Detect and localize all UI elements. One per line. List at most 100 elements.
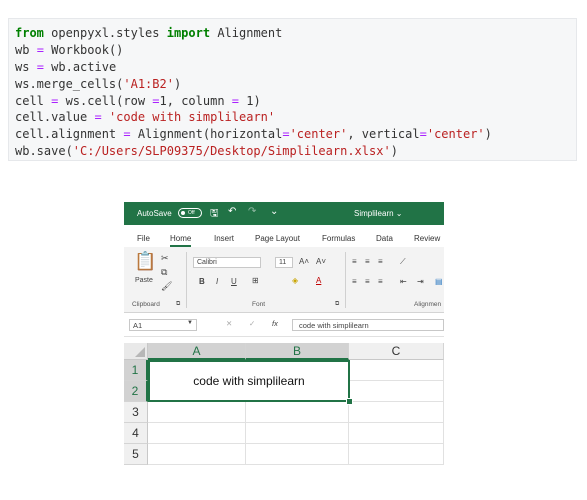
cell-c2[interactable] (349, 381, 444, 402)
code-token: 'center' (289, 127, 348, 142)
cell-c3[interactable] (349, 402, 444, 423)
code-token: = (36, 59, 44, 74)
formula-input[interactable]: code with simplilearn (292, 319, 444, 331)
undo-icon[interactable]: ↶ (228, 206, 236, 217)
cut-icon[interactable]: ✂ (161, 253, 169, 264)
code-token: Workbook() (43, 42, 124, 57)
group-label-clipboard: Clipboard (132, 301, 160, 308)
cell-b4[interactable] (246, 423, 349, 444)
cell-b3[interactable] (246, 402, 349, 423)
code-token: 1, column (159, 93, 232, 108)
select-all-button[interactable] (124, 343, 148, 360)
code-line: ws.merge_cells('A1:B2') (15, 76, 576, 93)
tab-insert[interactable]: Insert (214, 234, 234, 243)
tab-page-layout[interactable]: Page Layout (255, 234, 300, 243)
code-line: wb = Workbook() (15, 42, 576, 59)
code-token: ws.merge_cells( (15, 76, 124, 91)
grow-font-icon[interactable]: A˄ (299, 257, 309, 266)
align-middle-icon[interactable]: ≡ (365, 257, 370, 266)
merged-cell-a1-b2[interactable]: code with simplilearn (148, 360, 350, 402)
shrink-font-icon[interactable]: A˅ (316, 257, 326, 266)
tab-review[interactable]: Review (414, 234, 440, 243)
cell-a5[interactable] (148, 444, 246, 465)
align-right-icon[interactable]: ≡ (378, 277, 383, 286)
code-token: 'C:/Users/SLP09375/Desktop/Simplilearn.x… (72, 144, 391, 159)
increase-indent-icon[interactable]: ⇥ (417, 277, 424, 286)
column-header-a[interactable]: A (148, 343, 246, 360)
cancel-icon[interactable]: ✕ (226, 319, 232, 328)
bold-button[interactable]: B (199, 277, 205, 286)
cell-c5[interactable] (349, 444, 444, 465)
font-color-icon[interactable]: A (316, 276, 321, 285)
paste-icon[interactable]: 📋 (134, 251, 156, 272)
code-token: = (231, 93, 239, 108)
wrap-text-icon[interactable]: ▤ (435, 277, 443, 286)
formula-bar: A1 ▼ ✕ ✓ fx code with simplilearn (124, 314, 444, 337)
code-block: from openpyxl.styles import Alignment wb … (8, 18, 577, 161)
code-token: ) (484, 127, 492, 142)
cell-b5[interactable] (246, 444, 349, 465)
cell-c4[interactable] (349, 423, 444, 444)
code-token: = (94, 110, 102, 125)
tab-file[interactable]: File (137, 234, 150, 243)
ribbon-tabs: File Home Insert Page Layout Formulas Da… (124, 225, 444, 247)
code-token: , vertical (347, 127, 420, 142)
row-header-1[interactable]: 1 (124, 360, 148, 381)
format-painter-icon[interactable]: 🖌 (161, 281, 172, 292)
font-name-select[interactable]: Calibri (193, 257, 261, 268)
fill-color-icon[interactable]: ◈ (292, 276, 298, 285)
divider (345, 252, 346, 308)
code-token: cell.alignment (15, 127, 124, 142)
code-token: cell (15, 93, 52, 108)
row-header-2[interactable]: 2 (124, 381, 148, 402)
font-size-select[interactable]: 11 (275, 257, 293, 268)
copy-icon[interactable]: ⧉ (161, 267, 167, 278)
align-center-icon[interactable]: ≡ (365, 277, 370, 286)
align-top-icon[interactable]: ≡ (352, 257, 357, 266)
row-header-3[interactable]: 3 (124, 402, 148, 423)
group-label-font: Font (252, 301, 266, 308)
row-header-4[interactable]: 4 (124, 423, 148, 444)
tab-data[interactable]: Data (376, 234, 393, 243)
italic-button[interactable]: I (216, 277, 218, 286)
font-launcher-icon[interactable]: ⧉ (335, 301, 339, 308)
fill-handle[interactable] (346, 398, 353, 405)
clipboard-launcher-icon[interactable]: ⧉ (176, 301, 180, 308)
code-token: = (419, 127, 427, 142)
tab-home[interactable]: Home (170, 234, 192, 247)
name-box-dropdown-icon[interactable]: ▼ (187, 320, 193, 326)
orientation-icon[interactable]: ⟋ (400, 257, 406, 267)
code-token: import (166, 26, 211, 40)
code-line: from openpyxl.styles import Alignment (15, 25, 576, 42)
cell-a3[interactable] (148, 402, 246, 423)
code-token: ) (390, 144, 398, 159)
row-header-5[interactable]: 5 (124, 444, 148, 465)
align-bottom-icon[interactable]: ≡ (378, 257, 383, 266)
code-token: = (123, 127, 131, 142)
code-token: wb.active (43, 59, 117, 74)
align-left-icon[interactable]: ≡ (352, 277, 357, 286)
autosave-label: AutoSave (137, 209, 172, 218)
code-token: ws (15, 59, 37, 74)
column-header-c[interactable]: C (349, 343, 444, 360)
save-icon[interactable]: 🖫 (210, 206, 219, 223)
cell-c1[interactable] (349, 360, 444, 381)
redo-icon[interactable]: ↷ (248, 206, 256, 217)
column-header-b[interactable]: B (246, 343, 349, 360)
document-title[interactable]: Simplilearn ⌄ (354, 209, 403, 218)
decrease-indent-icon[interactable]: ⇤ (400, 277, 407, 286)
enter-icon[interactable]: ✓ (249, 319, 255, 328)
autosave-toggle[interactable]: Off (178, 208, 202, 218)
paste-label[interactable]: Paste (135, 277, 153, 284)
customize-toolbar-icon[interactable]: ⌄ (270, 206, 278, 217)
insert-function-icon[interactable]: fx (272, 319, 278, 328)
underline-button[interactable]: U (231, 277, 237, 286)
excel-screenshot: AutoSave Off 🖫 ↶ ↷ ⌄ Simplilearn ⌄ File … (124, 202, 444, 468)
code-token: ) (173, 76, 182, 91)
title-bar: AutoSave Off 🖫 ↶ ↷ ⌄ Simplilearn ⌄ (124, 202, 444, 225)
cell-a4[interactable] (148, 423, 246, 444)
code-token: = (36, 42, 44, 57)
tab-formulas[interactable]: Formulas (322, 234, 355, 243)
borders-icon[interactable]: ⊞ (252, 276, 259, 285)
